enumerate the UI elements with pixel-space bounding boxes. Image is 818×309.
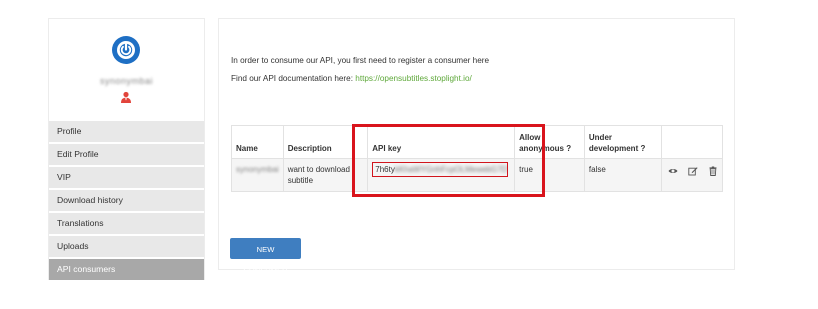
profile-summary: synonymbai	[49, 19, 204, 121]
user-icon	[121, 91, 131, 103]
consumer-api-key: 7h6tykKhaWYGnhFcpOLMewebG7DYl	[367, 158, 516, 192]
username: synonymbai	[99, 76, 154, 86]
profile-sidebar: synonymbai Profile Edit Profile VIP Down…	[48, 18, 205, 280]
sidebar-item-uploads[interactable]: Uploads	[49, 236, 204, 257]
documentation-prefix: Find our API documentation here:	[231, 74, 356, 83]
sidebar-item-download-history[interactable]: Download history	[49, 190, 204, 211]
sidebar-item-vip[interactable]: VIP	[49, 167, 204, 188]
header-under-development: Under development ?	[583, 125, 662, 159]
api-key-hidden: kKhaWYGnhFcpOLMewebG7DYl	[394, 165, 509, 174]
table-row: synonymbai want to download subtitle 7h6…	[231, 158, 724, 192]
intro-text: In order to consume our API, you first n…	[231, 56, 490, 65]
api-consumers-panel: In order to consume our API, you first n…	[218, 18, 735, 270]
sidebar-item-translations[interactable]: Translations	[49, 213, 204, 234]
consumer-actions	[660, 158, 724, 192]
consumer-name-text: synonymbai	[236, 165, 279, 174]
power-logo-icon	[112, 36, 140, 64]
edit-icon[interactable]	[688, 166, 698, 176]
documentation-line: Find our API documentation here: https:/…	[231, 74, 472, 83]
new-consumer-button[interactable]: NEW CONSUMER	[230, 238, 301, 275]
sidebar-item-api-consumers[interactable]: API consumers	[49, 259, 204, 280]
sidebar-menu: Profile Edit Profile VIP Download histor…	[49, 121, 204, 282]
header-allow-anonymous: Allow anonymous ?	[514, 125, 585, 159]
consumer-under-development: false	[583, 158, 662, 192]
header-description: Description	[282, 125, 369, 159]
consumer-name: synonymbai	[231, 158, 284, 192]
documentation-link[interactable]: https://opensubtitles.stoplight.io/	[355, 74, 472, 83]
header-api-key: API key	[367, 125, 516, 159]
trash-icon[interactable]	[708, 166, 718, 176]
api-key-box: 7h6tykKhaWYGnhFcpOLMewebG7DYl	[372, 162, 509, 177]
table-header-row: Name Description API key Allow anonymous…	[231, 125, 724, 159]
api-key-visible: 7h6ty	[375, 165, 395, 174]
view-icon[interactable]	[668, 166, 678, 176]
header-name: Name	[231, 125, 284, 159]
sidebar-item-profile[interactable]: Profile	[49, 121, 204, 142]
sidebar-item-edit-profile[interactable]: Edit Profile	[49, 144, 204, 165]
consumer-description: want to download subtitle	[282, 158, 369, 192]
consumers-table: Name Description API key Allow anonymous…	[231, 125, 724, 192]
header-actions	[660, 125, 724, 159]
consumer-allow-anonymous: true	[514, 158, 585, 192]
